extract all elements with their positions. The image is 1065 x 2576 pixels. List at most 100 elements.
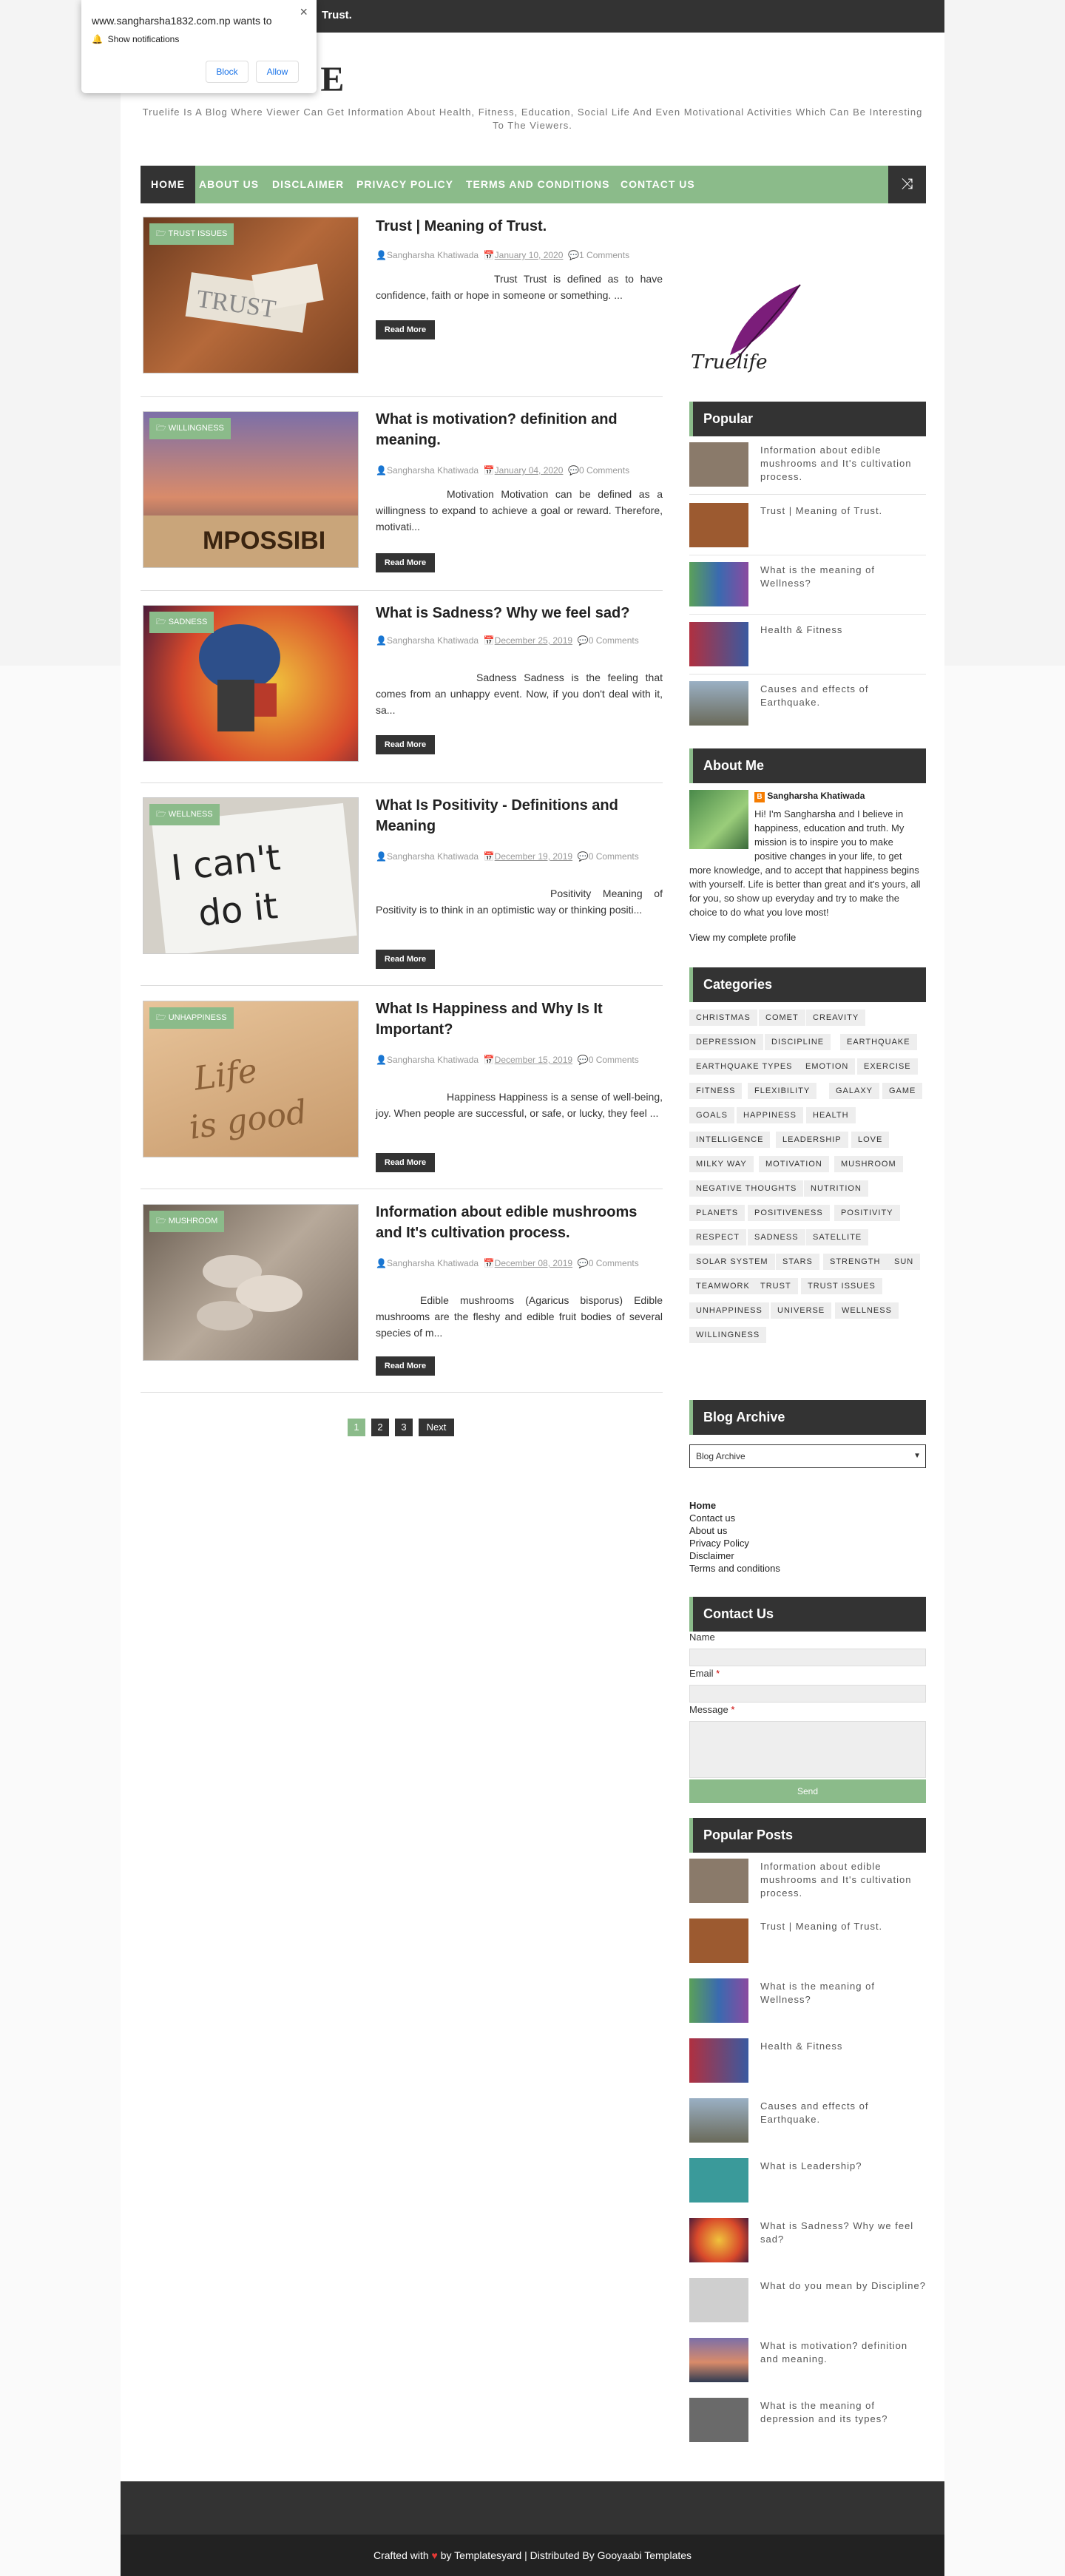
post-date[interactable]: December 15, 2019 <box>495 1055 572 1065</box>
popular-post-thumbnail[interactable] <box>689 2038 748 2083</box>
popular-item-title[interactable]: What is the meaning of Wellness? <box>760 564 926 590</box>
sidebar-logo[interactable]: Truelife <box>689 281 808 385</box>
category-tag[interactable]: WELLNESS <box>835 1302 899 1319</box>
post-author[interactable]: Sangharsha Khatiwada <box>387 851 479 862</box>
read-more-button[interactable]: Read More <box>376 1356 435 1376</box>
popular-post-title[interactable]: Causes and effects of Earthquake. <box>760 2100 926 2126</box>
category-tag[interactable]: GOALS <box>689 1107 734 1123</box>
page-link-disclaimer[interactable]: Disclaimer <box>689 1549 926 1562</box>
category-tag[interactable]: STARS <box>776 1254 819 1270</box>
read-more-button[interactable]: Read More <box>376 1153 435 1172</box>
popular-post-thumbnail[interactable] <box>689 1978 748 2023</box>
popular-item[interactable]: What is the meaning of Wellness? <box>689 562 926 608</box>
popular-post-title[interactable]: Health & Fitness <box>760 2040 926 2053</box>
category-tag[interactable]: INTELLIGENCE <box>689 1132 771 1148</box>
block-button[interactable]: Block <box>206 61 248 83</box>
category-tag[interactable]: EARTHQUAKE <box>840 1034 917 1050</box>
category-tag[interactable]: TRUST ISSUES <box>801 1278 882 1294</box>
post-title[interactable]: What is Sadness? Why we feel sad? <box>376 603 663 623</box>
category-tag[interactable]: DISCIPLINE <box>765 1034 831 1050</box>
category-badge[interactable]: 🗁 MUSHROOM <box>149 1211 225 1232</box>
post-author[interactable]: Sangharsha Khatiwada <box>387 250 479 260</box>
name-field[interactable] <box>689 1649 926 1666</box>
category-tag[interactable]: UNHAPPINESS <box>689 1302 769 1319</box>
category-tag[interactable]: CHRISTMAS <box>689 1010 757 1026</box>
category-tag[interactable]: LOVE <box>851 1132 890 1148</box>
category-tag[interactable]: GAME <box>882 1083 923 1099</box>
page-3-button[interactable]: 3 <box>395 1419 413 1436</box>
category-tag[interactable]: EARTHQUAKE TYPES <box>689 1058 799 1075</box>
page-link-terms[interactable]: Terms and conditions <box>689 1562 926 1575</box>
category-tag[interactable]: GALAXY <box>829 1083 880 1099</box>
popular-post-title[interactable]: Information about edible mushrooms and I… <box>760 1860 926 1900</box>
post-title[interactable]: Trust | Meaning of Trust. <box>376 216 663 237</box>
nav-about-us[interactable]: ABOUT US <box>199 166 259 203</box>
popular-post-title[interactable]: What is the meaning of Wellness? <box>760 1980 926 2007</box>
category-tag[interactable]: TEAMWORK <box>689 1278 757 1294</box>
post-comments[interactable]: 0 Comments <box>579 465 629 476</box>
page-link-privacy[interactable]: Privacy Policy <box>689 1537 926 1549</box>
popular-item[interactable]: Information about edible mushrooms and I… <box>689 442 926 488</box>
send-button[interactable]: Send <box>689 1779 926 1803</box>
nav-home[interactable]: HOME <box>141 166 195 203</box>
post-date[interactable]: December 25, 2019 <box>495 635 572 646</box>
top-bar-ticker[interactable]: Trust. <box>322 9 352 21</box>
popular-post-item[interactable]: What is motivation? definition and meani… <box>689 2338 926 2384</box>
popular-post-thumbnail[interactable] <box>689 2158 748 2203</box>
post-title[interactable]: What is motivation? definition and meani… <box>376 409 663 450</box>
page-link-contact[interactable]: Contact us <box>689 1512 926 1524</box>
popular-post-title[interactable]: What is Leadership? <box>760 2160 926 2173</box>
post-thumbnail[interactable]: MPOSSIBI 🗁 WILLINGNESS <box>143 411 359 568</box>
popular-item[interactable]: Health & Fitness <box>689 622 926 668</box>
post-date[interactable]: January 04, 2020 <box>495 465 564 476</box>
popular-item[interactable]: Causes and effects of Earthquake. <box>689 681 926 727</box>
popular-thumbnail[interactable] <box>689 503 748 547</box>
post-title[interactable]: What Is Happiness and Why Is It Importan… <box>376 998 663 1040</box>
category-tag[interactable]: MILKY WAY <box>689 1156 754 1172</box>
category-tag[interactable]: POSITIVITY <box>834 1205 900 1221</box>
category-tag[interactable]: SOLAR SYSTEM <box>689 1254 775 1270</box>
category-tag[interactable]: TRUST <box>754 1278 798 1294</box>
page-link-home[interactable]: Home <box>689 1499 926 1512</box>
post-comments[interactable]: 0 Comments <box>589 1258 639 1268</box>
post-author[interactable]: Sangharsha Khatiwada <box>387 635 479 646</box>
read-more-button[interactable]: Read More <box>376 950 435 969</box>
popular-post-item[interactable]: What is the meaning of depression and it… <box>689 2398 926 2444</box>
read-more-button[interactable]: Read More <box>376 320 435 339</box>
post-title[interactable]: Information about edible mushrooms and I… <box>376 1202 663 1243</box>
category-tag[interactable]: NUTRITION <box>804 1180 868 1197</box>
archive-select[interactable]: Blog Archive ▼ <box>689 1444 926 1468</box>
post-thumbnail[interactable]: I can't do it 🗁 WELLNESS <box>143 797 359 954</box>
popular-post-title[interactable]: What is motivation? definition and meani… <box>760 2339 926 2366</box>
category-tag[interactable]: WILLINGNESS <box>689 1327 767 1343</box>
post-author[interactable]: Sangharsha Khatiwada <box>387 1258 479 1268</box>
popular-post-item[interactable]: What do you mean by Discipline? <box>689 2278 926 2324</box>
category-tag[interactable]: SATELLITE <box>806 1229 869 1245</box>
post-thumbnail[interactable]: TRUST 🗁 TRUST ISSUES <box>143 217 359 373</box>
post-author[interactable]: Sangharsha Khatiwada <box>387 1055 479 1065</box>
category-tag[interactable]: CREAVITY <box>806 1010 866 1026</box>
category-tag[interactable]: SADNESS <box>748 1229 805 1245</box>
popular-thumbnail[interactable] <box>689 622 748 666</box>
read-more-button[interactable]: Read More <box>376 735 435 754</box>
category-tag[interactable]: PLANETS <box>689 1205 746 1221</box>
popular-post-thumbnail[interactable] <box>689 2338 748 2382</box>
popular-post-item[interactable]: Causes and effects of Earthquake. <box>689 2098 926 2144</box>
popular-post-title[interactable]: What is Sadness? Why we feel sad? <box>760 2220 926 2246</box>
shuffle-icon[interactable]: ⤨ <box>888 166 926 203</box>
category-badge[interactable]: 🗁 UNHAPPINESS <box>149 1007 234 1029</box>
popular-post-item[interactable]: What is Leadership? <box>689 2158 926 2204</box>
category-tag[interactable]: FITNESS <box>689 1083 743 1099</box>
footer-credits[interactable]: by Templatesyard | Distributed By Gooyaa… <box>441 2549 692 2561</box>
category-badge[interactable]: 🗁 TRUST ISSUES <box>149 223 234 245</box>
popular-post-item[interactable]: Trust | Meaning of Trust. <box>689 1919 926 1964</box>
category-tag[interactable]: POSITIVENESS <box>748 1205 830 1221</box>
popular-post-title[interactable]: Trust | Meaning of Trust. <box>760 1920 926 1933</box>
post-title[interactable]: What Is Positivity - Definitions and Mea… <box>376 795 663 836</box>
post-thumbnail[interactable]: 🗁 MUSHROOM <box>143 1204 359 1361</box>
category-tag[interactable]: EXERCISE <box>857 1058 918 1075</box>
category-tag[interactable]: HEALTH <box>806 1107 856 1123</box>
post-thumbnail[interactable]: 🗁 SADNESS <box>143 605 359 762</box>
category-badge[interactable]: 🗁 WILLINGNESS <box>149 418 231 439</box>
page-1-button[interactable]: 1 <box>348 1419 365 1436</box>
